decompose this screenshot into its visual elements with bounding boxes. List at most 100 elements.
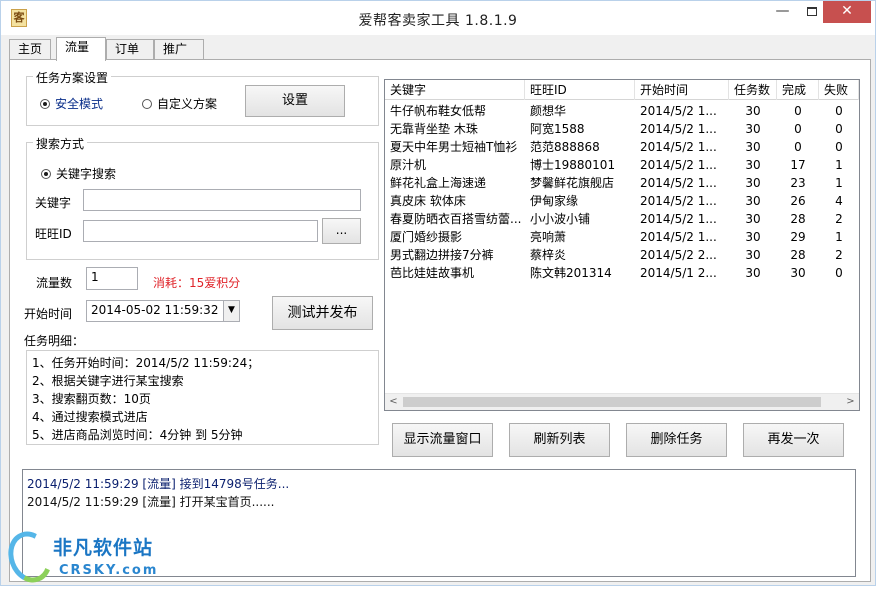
table-row[interactable]: 芭比娃娃故事机 陈文韩201314 2014/5/1 2... 30 30 0 <box>385 264 859 282</box>
app-window: 客 爱帮客卖家工具 1.8.1.9 — ✕ 主页 流量 订单 推广 任务方案设置… <box>0 0 876 589</box>
cell-task-count: 30 <box>745 104 761 118</box>
delete-task-button[interactable]: 删除任务 <box>626 423 727 457</box>
cell-keyword: 夏天中年男士短袖T恤衫 <box>390 140 518 154</box>
column-header-failed[interactable]: 失败 <box>819 80 859 100</box>
title-bar: 客 爱帮客卖家工具 1.8.1.9 — ✕ <box>1 1 875 35</box>
traffic-count-label: 流量数 <box>36 276 73 290</box>
tab-home[interactable]: 主页 <box>9 39 51 60</box>
cell-failed: 2 <box>835 212 843 226</box>
cell-failed: 0 <box>835 104 843 118</box>
table-row[interactable]: 夏天中年男士短袖T恤衫 范范888868 2014/5/2 1... 30 0 0 <box>385 138 859 156</box>
table-row[interactable]: 春夏防晒衣百搭雪纺蕾... 小小波小铺 2014/5/2 1... 30 28 2 <box>385 210 859 228</box>
task-scheme-title: 任务方案设置 <box>33 69 112 86</box>
scroll-left-icon[interactable]: < <box>385 394 402 410</box>
cell-keyword: 原汁机 <box>390 158 427 172</box>
cell-wangwang: 小小波小铺 <box>530 212 591 226</box>
task-detail-title: 任务明细： <box>24 334 85 348</box>
table-row[interactable]: 男式翻边拼接7分裤 蔡梓炎 2014/5/2 2... 30 28 2 <box>385 246 859 264</box>
close-button[interactable]: ✕ <box>823 1 871 23</box>
radio-keyword-search[interactable]: 关键字搜索 <box>41 165 116 182</box>
radio-custom-scheme-label: 自定义方案 <box>157 97 218 111</box>
column-header-completed[interactable]: 完成 <box>777 80 819 100</box>
cell-task-count: 30 <box>745 212 761 226</box>
traffic-panel: 任务方案设置 安全模式 自定义方案 设置 搜索方式 关键字搜索 关键字 旺旺ID… <box>9 59 871 582</box>
task-list[interactable]: 关键字 旺旺ID 开始时间 任务数 完成 失败 牛仔帆布鞋女低帮 颜想华 2014/… <box>384 79 860 411</box>
browse-button[interactable]: ... <box>322 218 361 244</box>
log-line: 2014/5/2 11:59:29 [流量] 接到14798号任务... <box>27 477 290 491</box>
maximize-icon <box>806 7 817 16</box>
cell-keyword: 鲜花礼盒上海速递 <box>390 176 487 190</box>
column-header-wangwang[interactable]: 旺旺ID <box>525 80 635 100</box>
tab-promotion[interactable]: 推广 <box>154 39 204 60</box>
traffic-count-input[interactable]: 1 <box>86 267 138 290</box>
cell-wangwang: 蔡梓炎 <box>530 248 567 262</box>
cell-failed: 0 <box>835 266 843 280</box>
cell-wangwang: 亮响萧 <box>530 230 567 244</box>
site-watermark: 非凡软件站 CRSKY.com <box>1 525 161 589</box>
cell-wangwang: 伊甸家缘 <box>530 194 579 208</box>
scroll-right-icon[interactable]: > <box>842 394 859 410</box>
cell-keyword: 厦门婚纱摄影 <box>390 230 463 244</box>
watermark-name: 非凡软件站 <box>53 537 154 559</box>
cell-task-count: 30 <box>745 266 761 280</box>
cell-task-count: 30 <box>745 140 761 154</box>
watermark-logo-icon <box>1 525 59 589</box>
cell-completed: 26 <box>790 194 806 208</box>
cell-completed: 0 <box>794 140 802 154</box>
maximize-button[interactable] <box>797 1 826 23</box>
column-header-start-time[interactable]: 开始时间 <box>635 80 729 100</box>
search-mode-title: 搜索方式 <box>33 135 88 152</box>
table-row[interactable]: 真皮床 软体床 伊甸家缘 2014/5/2 1... 30 26 4 <box>385 192 859 210</box>
scrollbar-thumb[interactable] <box>403 397 821 407</box>
radio-unselected-icon <box>142 99 152 109</box>
table-row[interactable]: 厦门婚纱摄影 亮响萧 2014/5/2 1... 30 29 1 <box>385 228 859 246</box>
cell-wangwang: 陈文韩201314 <box>530 266 612 280</box>
keyword-label: 关键字 <box>35 196 72 210</box>
radio-selected-icon <box>41 169 51 179</box>
keyword-input[interactable] <box>83 189 361 211</box>
search-mode-group: 搜索方式 关键字搜索 关键字 旺旺ID ... <box>26 135 379 260</box>
radio-selected-icon <box>40 99 50 109</box>
test-publish-button[interactable]: 测试并发布 <box>272 296 373 330</box>
column-header-task-count[interactable]: 任务数 <box>729 80 777 100</box>
start-time-label: 开始时间 <box>24 307 73 321</box>
cell-wangwang: 颜想华 <box>530 104 567 118</box>
cell-completed: 30 <box>790 266 806 280</box>
log-line: 2014/5/2 11:59:29 [流量] 打开某宝首页...... <box>27 495 275 509</box>
cell-failed: 1 <box>835 230 843 244</box>
cell-start-time: 2014/5/2 1... <box>640 122 717 136</box>
wangwang-input[interactable] <box>83 220 318 242</box>
cell-failed: 0 <box>835 140 843 154</box>
cell-task-count: 30 <box>745 122 761 136</box>
task-detail-line: 3、搜索翻页数：10页 <box>32 392 151 406</box>
tab-orders[interactable]: 订单 <box>106 39 154 60</box>
task-detail-line: 2、根据关键字进行某宝搜索 <box>32 374 184 388</box>
horizontal-scrollbar[interactable]: < > <box>385 393 859 410</box>
cell-keyword: 牛仔帆布鞋女低帮 <box>390 104 487 118</box>
radio-keyword-search-label: 关键字搜索 <box>56 167 117 181</box>
wangwang-label: 旺旺ID <box>35 227 72 241</box>
cell-start-time: 2014/5/2 1... <box>640 230 717 244</box>
table-row[interactable]: 原汁机 博士19880101 2014/5/2 1... 30 17 1 <box>385 156 859 174</box>
cell-wangwang: 阿宽1588 <box>530 122 585 136</box>
table-row[interactable]: 牛仔帆布鞋女低帮 颜想华 2014/5/2 1... 30 0 0 <box>385 102 859 120</box>
republish-button[interactable]: 再发一次 <box>743 423 844 457</box>
radio-safe-mode[interactable]: 安全模式 <box>40 95 103 112</box>
radio-custom-scheme[interactable]: 自定义方案 <box>142 95 217 112</box>
task-detail-line: 5、进店商品浏览时间：4分钟 到 5分钟 <box>32 428 243 442</box>
cell-wangwang: 梦馨鲜花旗舰店 <box>530 176 615 190</box>
minimize-button[interactable]: — <box>768 1 797 23</box>
refresh-list-button[interactable]: 刷新列表 <box>509 423 610 457</box>
settings-button[interactable]: 设置 <box>245 85 345 117</box>
cell-start-time: 2014/5/1 2... <box>640 266 717 280</box>
start-time-value: 2014-05-02 11:59:32 <box>91 303 219 317</box>
show-traffic-window-button[interactable]: 显示流量窗口 <box>392 423 493 457</box>
dropdown-arrow-icon[interactable]: ▼ <box>223 301 239 321</box>
cell-task-count: 30 <box>745 158 761 172</box>
column-header-keyword[interactable]: 关键字 <box>385 80 525 100</box>
start-time-picker[interactable]: 2014-05-02 11:59:32 ▼ <box>86 300 240 322</box>
cell-completed: 28 <box>790 212 806 226</box>
table-row[interactable]: 鲜花礼盒上海速递 梦馨鲜花旗舰店 2014/5/2 1... 30 23 1 <box>385 174 859 192</box>
tab-traffic[interactable]: 流量 <box>56 37 106 61</box>
table-row[interactable]: 无靠背坐垫 木珠 阿宽1588 2014/5/2 1... 30 0 0 <box>385 120 859 138</box>
